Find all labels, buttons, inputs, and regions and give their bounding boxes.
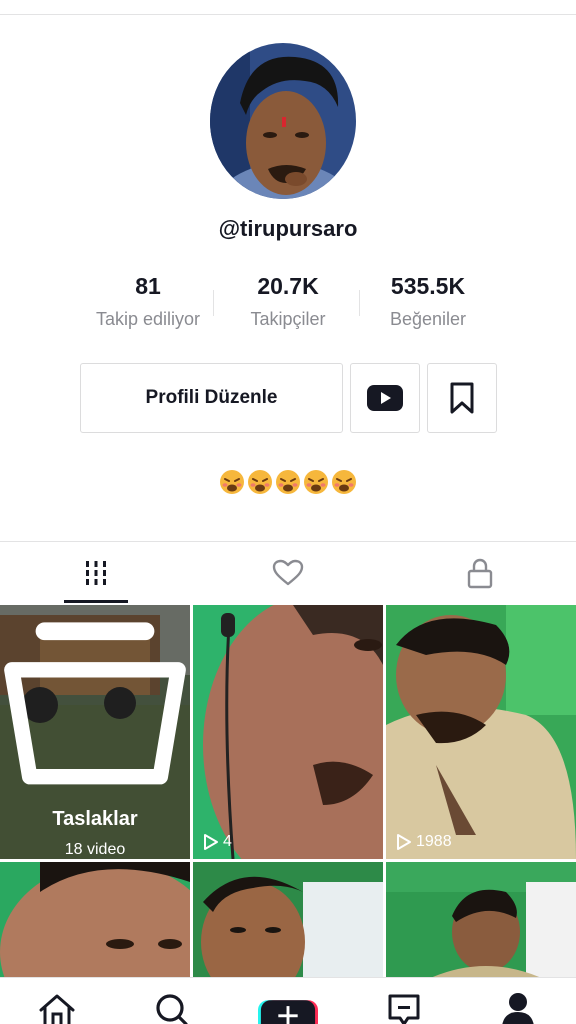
followers-label: Takipçiler	[250, 309, 326, 329]
video-tile[interactable]: 4	[193, 605, 383, 859]
tab-videos[interactable]	[0, 542, 192, 604]
video-tile[interactable]	[386, 862, 576, 977]
active-tab-indicator	[64, 600, 128, 603]
video-thumbnail	[193, 605, 383, 859]
bottom-nav	[0, 977, 576, 1024]
weary-face-icon	[332, 470, 356, 494]
stats-row: 81 Takip ediliyor 20.7K Takipçiler 535.5…	[70, 272, 506, 336]
video-tile[interactable]: 1988	[386, 605, 576, 859]
weary-face-icon	[220, 470, 244, 494]
play-count-value: 1988	[416, 833, 452, 850]
profile-icon	[502, 993, 534, 1024]
drafts-count: 18 video	[64, 841, 126, 858]
lock-icon	[467, 558, 493, 589]
home-icon	[39, 994, 75, 1024]
content-tabs	[0, 542, 576, 604]
nav-inbox[interactable]	[382, 992, 426, 1024]
favorites-button[interactable]	[427, 363, 497, 433]
weary-face-icon	[276, 470, 300, 494]
avatar[interactable]	[210, 43, 356, 199]
heart-icon	[272, 559, 304, 586]
nav-home[interactable]	[35, 992, 79, 1024]
nav-create[interactable]	[258, 992, 318, 1024]
youtube-icon	[367, 385, 403, 411]
video-thumbnail	[0, 862, 190, 977]
play-count: 4	[203, 833, 232, 851]
drafts-overlay: Taslaklar 18 video	[0, 605, 190, 859]
discover-icon	[156, 994, 188, 1024]
video-thumbnail	[386, 605, 576, 859]
stat-divider	[213, 290, 214, 316]
nav-discover[interactable]	[150, 992, 194, 1024]
drafts-tile[interactable]: Taslaklar 18 video	[0, 605, 190, 859]
likes-count: 535.5K	[390, 273, 466, 299]
stat-followers[interactable]: 20.7K Takipçiler	[218, 272, 358, 330]
drafts-title: Taslaklar	[52, 808, 138, 830]
weary-face-icon	[304, 470, 328, 494]
stat-following[interactable]: 81 Takip ediliyor	[78, 272, 218, 330]
video-tile[interactable]	[193, 862, 383, 977]
drafts-icon	[4, 622, 186, 785]
likes-label: Beğeniler	[389, 309, 467, 329]
video-thumbnail	[193, 862, 383, 977]
bio	[0, 468, 576, 496]
inbox-icon	[388, 994, 420, 1024]
weary-face-icon	[248, 470, 272, 494]
play-icon	[397, 834, 411, 850]
stat-likes[interactable]: 535.5K Beğeniler	[358, 272, 498, 330]
video-tile[interactable]	[0, 862, 190, 977]
nav-profile[interactable]	[496, 992, 540, 1024]
username: @tirupursaro	[218, 216, 358, 241]
youtube-button[interactable]	[350, 363, 420, 433]
create-icon	[258, 1000, 318, 1024]
top-divider	[0, 14, 576, 15]
play-count: 1988	[396, 833, 452, 851]
play-count-value: 4	[223, 833, 232, 850]
followers-count: 20.7K	[257, 273, 319, 299]
video-grid: Taslaklar 18 video 4 1988	[0, 605, 576, 977]
tab-liked[interactable]	[192, 542, 384, 604]
following-count: 81	[135, 273, 161, 299]
edit-profile-button[interactable]: Profili Düzenle	[80, 363, 343, 433]
tab-private[interactable]	[384, 542, 576, 604]
following-label: Takip ediliyor	[95, 309, 201, 329]
bookmark-icon	[450, 382, 474, 414]
grid-icon	[86, 561, 106, 585]
video-thumbnail	[386, 862, 576, 977]
play-icon	[204, 834, 218, 850]
